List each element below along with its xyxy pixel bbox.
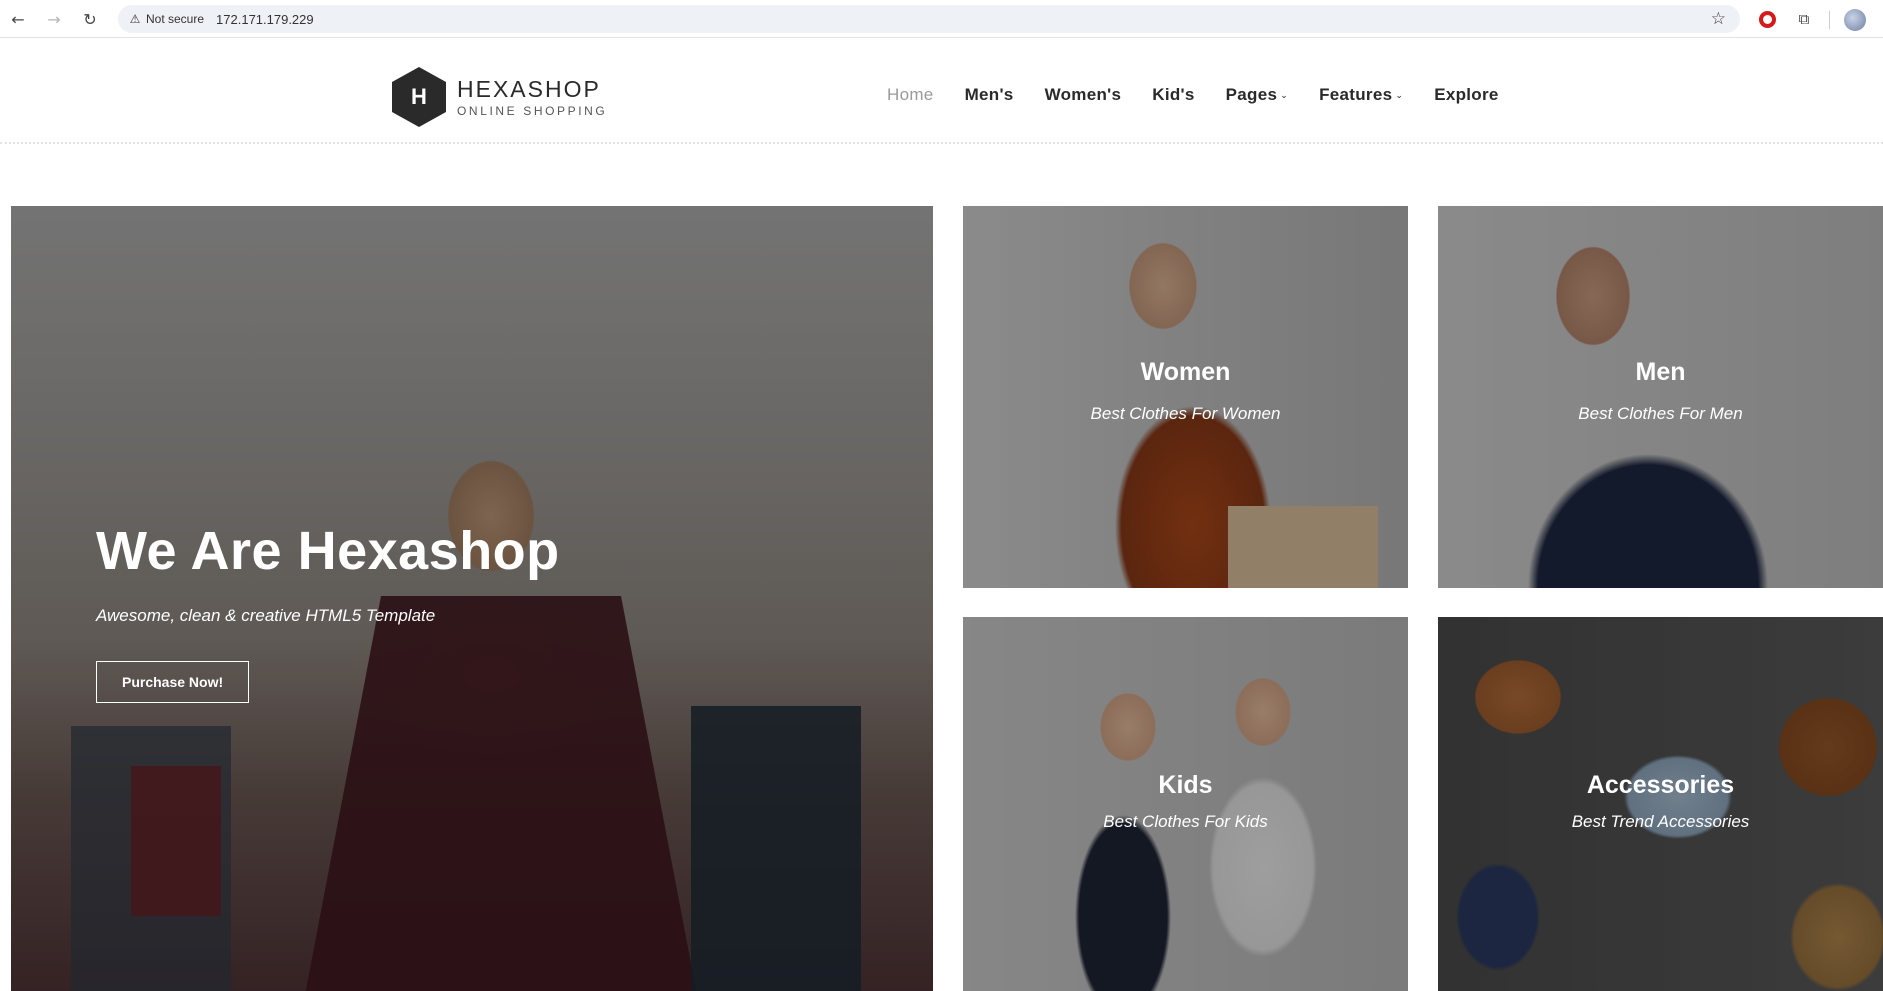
tile-title: Accessories	[1586, 771, 1735, 799]
nav-pages-dropdown[interactable]: Pages ⌄	[1226, 85, 1288, 105]
category-tile-men[interactable]: Men Best Clothes For Men	[1438, 206, 1883, 588]
nav-mens[interactable]: Men's	[965, 85, 1014, 105]
main-navigation: Home Men's Women's Kid's Pages ⌄ Features…	[887, 85, 1530, 105]
tile-text: Kids Best Clothes For Kids	[963, 771, 1408, 832]
profile-avatar[interactable]	[1844, 9, 1866, 31]
hero-content: We Are Hexashop Awesome, clean & creativ…	[96, 521, 560, 703]
url-text[interactable]: 172.171.179.229	[216, 12, 314, 27]
nav-features-dropdown[interactable]: Features ⌄	[1319, 85, 1403, 105]
opera-extension-icon[interactable]	[1757, 9, 1777, 29]
tile-subtitle: Best Clothes For Men	[1578, 404, 1743, 423]
hero-title: We Are Hexashop	[96, 521, 560, 581]
nav-features-label: Features	[1319, 85, 1393, 104]
logo-subtitle: ONLINE SHOPPING	[457, 103, 608, 118]
back-arrow-icon[interactable]: ←	[6, 7, 30, 31]
bookmark-star-icon[interactable]: ☆	[1711, 9, 1726, 29]
warning-triangle-icon: ⚠	[129, 12, 141, 26]
category-tile-women[interactable]: Women Best Clothes For Women	[963, 206, 1408, 588]
tile-text: Women Best Clothes For Women	[963, 358, 1408, 424]
tile-title: Men	[1635, 358, 1686, 386]
tile-title: Kids	[1158, 771, 1213, 799]
nav-home[interactable]: Home	[887, 85, 934, 105]
tile-subtitle: Best Clothes For Kids	[1103, 812, 1268, 831]
hero-banner: We Are Hexashop Awesome, clean & creativ…	[11, 206, 933, 991]
nav-kids[interactable]: Kid's	[1152, 85, 1194, 105]
hero-subtitle: Awesome, clean & creative HTML5 Template	[96, 606, 436, 625]
hexagon-logo-icon: H	[392, 67, 446, 127]
chevron-down-icon: ⌄	[1280, 91, 1289, 101]
category-tile-kids[interactable]: Kids Best Clothes For Kids	[963, 617, 1408, 991]
site-logo[interactable]: H HEXASHOP ONLINE SHOPPING	[392, 67, 607, 127]
toolbar-divider	[1829, 11, 1830, 29]
address-bar[interactable]: ⚠ Not secure 172.171.179.229 ☆	[118, 5, 1740, 33]
tile-text: Accessories Best Trend Accessories	[1438, 771, 1883, 832]
tile-subtitle: Best Clothes For Women	[1090, 404, 1281, 423]
extensions-puzzle-icon[interactable]: ⧉	[1794, 9, 1814, 29]
category-tile-accessories[interactable]: Accessories Best Trend Accessories	[1438, 617, 1883, 991]
security-label[interactable]: Not secure	[146, 12, 204, 26]
nav-explore[interactable]: Explore	[1434, 85, 1498, 105]
chevron-down-icon: ⌄	[1395, 91, 1404, 101]
reload-icon[interactable]: ↻	[78, 7, 102, 31]
purchase-now-button[interactable]: Purchase Now!	[96, 661, 250, 703]
browser-toolbar: ← → ↻ ⚠ Not secure 172.171.179.229 ☆ ⧉	[0, 0, 1883, 38]
tile-subtitle: Best Trend Accessories	[1571, 812, 1750, 831]
tile-text: Men Best Clothes For Men	[1438, 358, 1883, 424]
nav-womens[interactable]: Women's	[1045, 85, 1122, 105]
forward-arrow-icon[interactable]: →	[42, 7, 66, 31]
tile-title: Women	[1140, 358, 1231, 386]
logo-title: HEXASHOP	[457, 75, 601, 102]
nav-pages-label: Pages	[1225, 85, 1278, 104]
logo-letter: H	[411, 84, 427, 109]
header-dotted-divider	[0, 142, 1883, 144]
